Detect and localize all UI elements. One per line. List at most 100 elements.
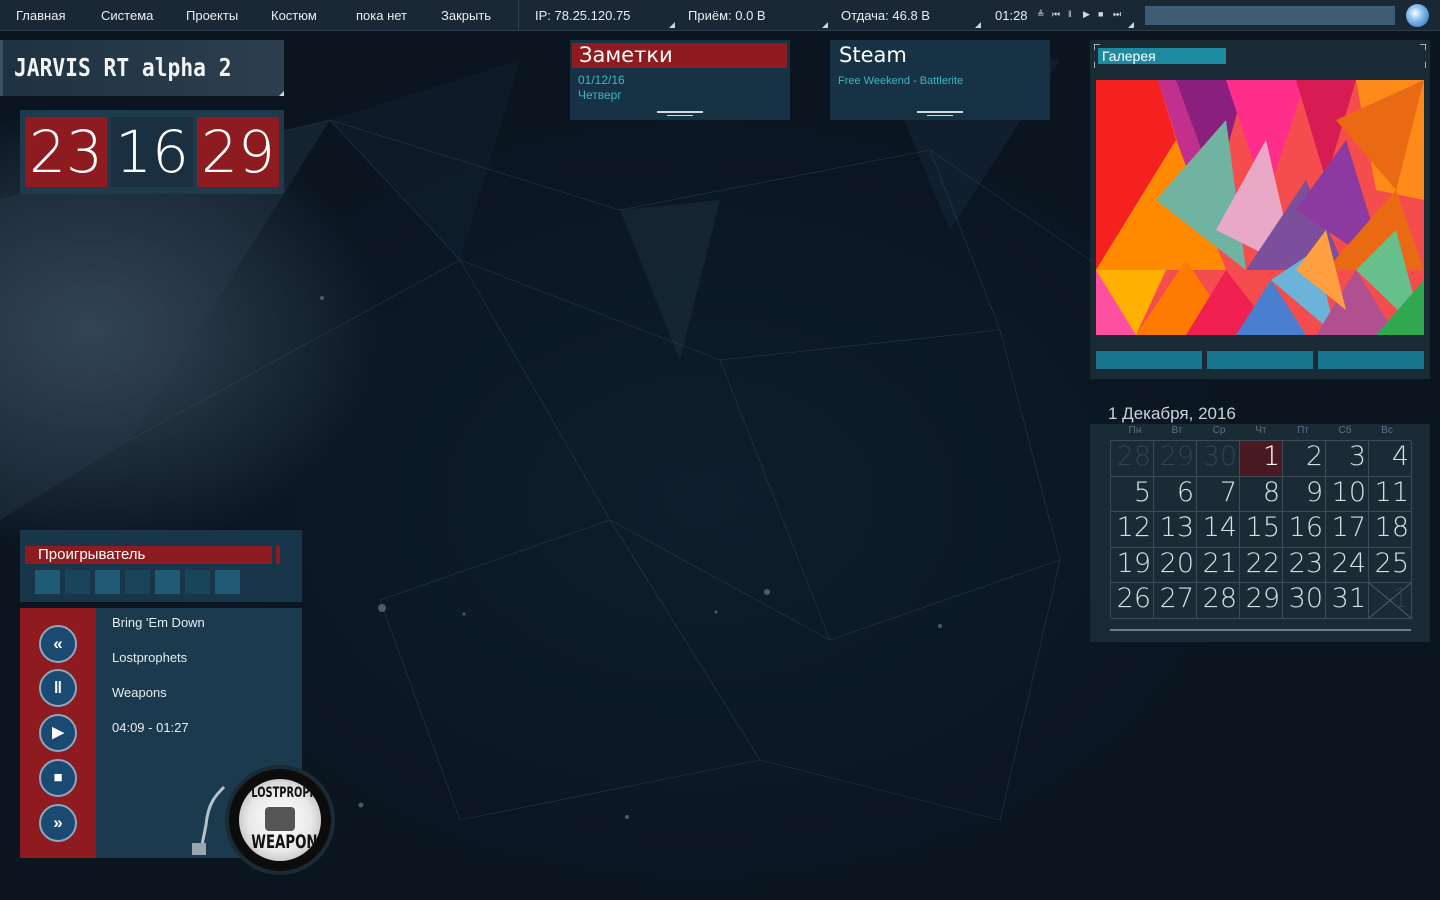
clock-hours: 23 [25, 117, 107, 187]
calendar-day[interactable]: 19 [1111, 547, 1154, 584]
weekday-label: Вт [1171, 425, 1183, 436]
calendar-day[interactable]: 4 [1369, 441, 1412, 477]
topbar-time: 01:28 [995, 8, 1028, 23]
player-header: Проигрыватель [20, 530, 302, 602]
track-album: Weapons [112, 685, 167, 700]
stop-icon[interactable]: ■ [39, 759, 77, 797]
gallery-button-1[interactable] [1096, 351, 1202, 369]
widget-corner [975, 22, 981, 28]
calendar-title: 1 Декабря, 2016 [1108, 404, 1236, 423]
expand-handle-icon[interactable] [657, 111, 703, 117]
calendar-day[interactable]: 15 [1240, 512, 1283, 548]
menu-item-close[interactable]: Закрыть [441, 8, 491, 23]
gallery-button-2[interactable] [1207, 351, 1313, 369]
calendar-day[interactable]: 29 [1154, 441, 1197, 477]
calendar-day[interactable]: 5 [1111, 476, 1154, 513]
widget-corner [822, 22, 828, 28]
calendar-day[interactable]: 31 [1326, 583, 1369, 619]
playlist-slot-4[interactable] [125, 570, 150, 594]
globe-icon[interactable] [1406, 4, 1429, 27]
playlist-slot-1[interactable] [35, 570, 60, 594]
calendar-divider [1110, 629, 1411, 631]
calendar-day[interactable]: 11 [1369, 476, 1412, 513]
calendar-day[interactable]: 1 [1240, 441, 1283, 477]
menu-item-home[interactable]: Главная [16, 8, 65, 23]
calendar-day[interactable]: 23 [1283, 547, 1326, 584]
player-title: Проигрыватель [25, 546, 280, 564]
playlist-slot-2[interactable] [65, 570, 90, 594]
stop-icon[interactable]: ■ [1098, 9, 1108, 19]
notes-widget[interactable]: Заметки 01/12/16 Четверг [570, 40, 790, 120]
menu-item-system[interactable]: Система [101, 8, 153, 23]
eject-icon[interactable]: ≜ [1037, 9, 1050, 20]
calendar-day[interactable]: 3 [1326, 441, 1369, 477]
calendar-day[interactable]: 21 [1197, 547, 1240, 584]
calendar-day[interactable]: 12 [1111, 512, 1154, 548]
playlist-slot-5[interactable] [155, 570, 180, 594]
clock-minutes: 16 [111, 117, 193, 187]
fast-forward-icon[interactable]: » [39, 804, 77, 842]
jarvis-title-panel: JARVIS RT alpha 2 [0, 40, 284, 96]
menu-item-suit[interactable]: Костюм [271, 8, 317, 23]
calendar-day[interactable]: 25 [1369, 547, 1412, 584]
calendar-day[interactable]: 28 [1111, 441, 1154, 477]
calendar-day[interactable]: 30 [1197, 441, 1240, 477]
calendar-day[interactable]: 24 [1326, 547, 1369, 584]
rewind-icon[interactable]: « [39, 625, 77, 663]
track-artist: Lostprophets [112, 650, 188, 665]
gallery-button-3[interactable] [1318, 351, 1424, 369]
calendar-day[interactable]: 8 [1240, 476, 1283, 513]
download-speed: Приём: 0.0 B [688, 8, 766, 23]
prev-icon[interactable]: ⏮ [1052, 9, 1065, 20]
calendar-widget: Пн Вт Ср Чт Пт Сб Вс 28 29 30 1 2 3 4 5 6 7 8 9 10 11 12 13 14… [1090, 424, 1430, 642]
menu-item-projects[interactable]: Проекты [186, 8, 238, 23]
calendar-day[interactable]: 30 [1283, 583, 1326, 619]
calendar-day-number: 1 [1391, 583, 1409, 615]
play-icon[interactable]: ▶ [39, 714, 77, 752]
weekday-label: Пн [1128, 425, 1142, 436]
next-icon[interactable]: ⏭ [1113, 9, 1126, 20]
track-time: 04:09 - 01:27 [112, 720, 189, 735]
weekday-label: Вс [1381, 425, 1393, 436]
steam-widget[interactable]: Steam Free Weekend - Battlerite [830, 40, 1050, 120]
notes-weekday: Четверг [578, 88, 622, 102]
album-cover[interactable]: LOSTPROPHETS WEAPONS [225, 765, 335, 875]
calendar-day[interactable]: 9 [1283, 476, 1326, 513]
calendar-day[interactable]: 1 [1369, 583, 1412, 619]
playlist-slot-6[interactable] [185, 570, 210, 594]
calendar-day[interactable]: 16 [1283, 512, 1326, 548]
calendar-day[interactable]: 10 [1326, 476, 1369, 513]
calendar-day[interactable]: 13 [1154, 512, 1197, 548]
calendar-day[interactable]: 2 [1283, 441, 1326, 477]
pause-icon[interactable]: ǁ [1068, 9, 1077, 19]
calendar-day[interactable]: 26 [1111, 583, 1154, 619]
eagle-icon [265, 807, 295, 831]
search-input[interactable] [1145, 6, 1395, 25]
player-controls: « ǁ ▶ ■ » [20, 608, 96, 858]
gallery-image[interactable] [1096, 80, 1424, 335]
calendar-day[interactable]: 22 [1240, 547, 1283, 584]
calendar-day[interactable]: 29 [1240, 583, 1283, 619]
play-icon[interactable]: ▶ [1083, 9, 1095, 20]
album-art: LOSTPROPHETS WEAPONS [239, 779, 321, 861]
calendar-day[interactable]: 18 [1369, 512, 1412, 548]
calendar-day[interactable]: 14 [1197, 512, 1240, 548]
calendar-day[interactable]: 28 [1197, 583, 1240, 619]
calendar-day[interactable]: 20 [1154, 547, 1197, 584]
expand-handle-icon[interactable] [917, 111, 963, 117]
widget-corner [1128, 22, 1134, 28]
cover-text-bottom: WEAPONS [251, 831, 321, 853]
playlist-slot-7[interactable] [215, 570, 240, 594]
calendar-day[interactable]: 27 [1154, 583, 1197, 619]
steam-title: Steam [839, 43, 907, 67]
calendar-day[interactable]: 6 [1154, 476, 1197, 513]
calendar-day[interactable]: 17 [1326, 512, 1369, 548]
calendar-day[interactable]: 7 [1197, 476, 1240, 513]
playlist-slot-3[interactable] [95, 570, 120, 594]
notes-title: Заметки [572, 43, 787, 68]
menu-item-not-yet[interactable]: пока нет [356, 8, 407, 23]
clock-seconds: 29 [197, 117, 279, 187]
pause-icon[interactable]: ǁ [39, 669, 77, 707]
weekday-label: Сб [1338, 425, 1352, 436]
widget-corner [279, 91, 284, 96]
